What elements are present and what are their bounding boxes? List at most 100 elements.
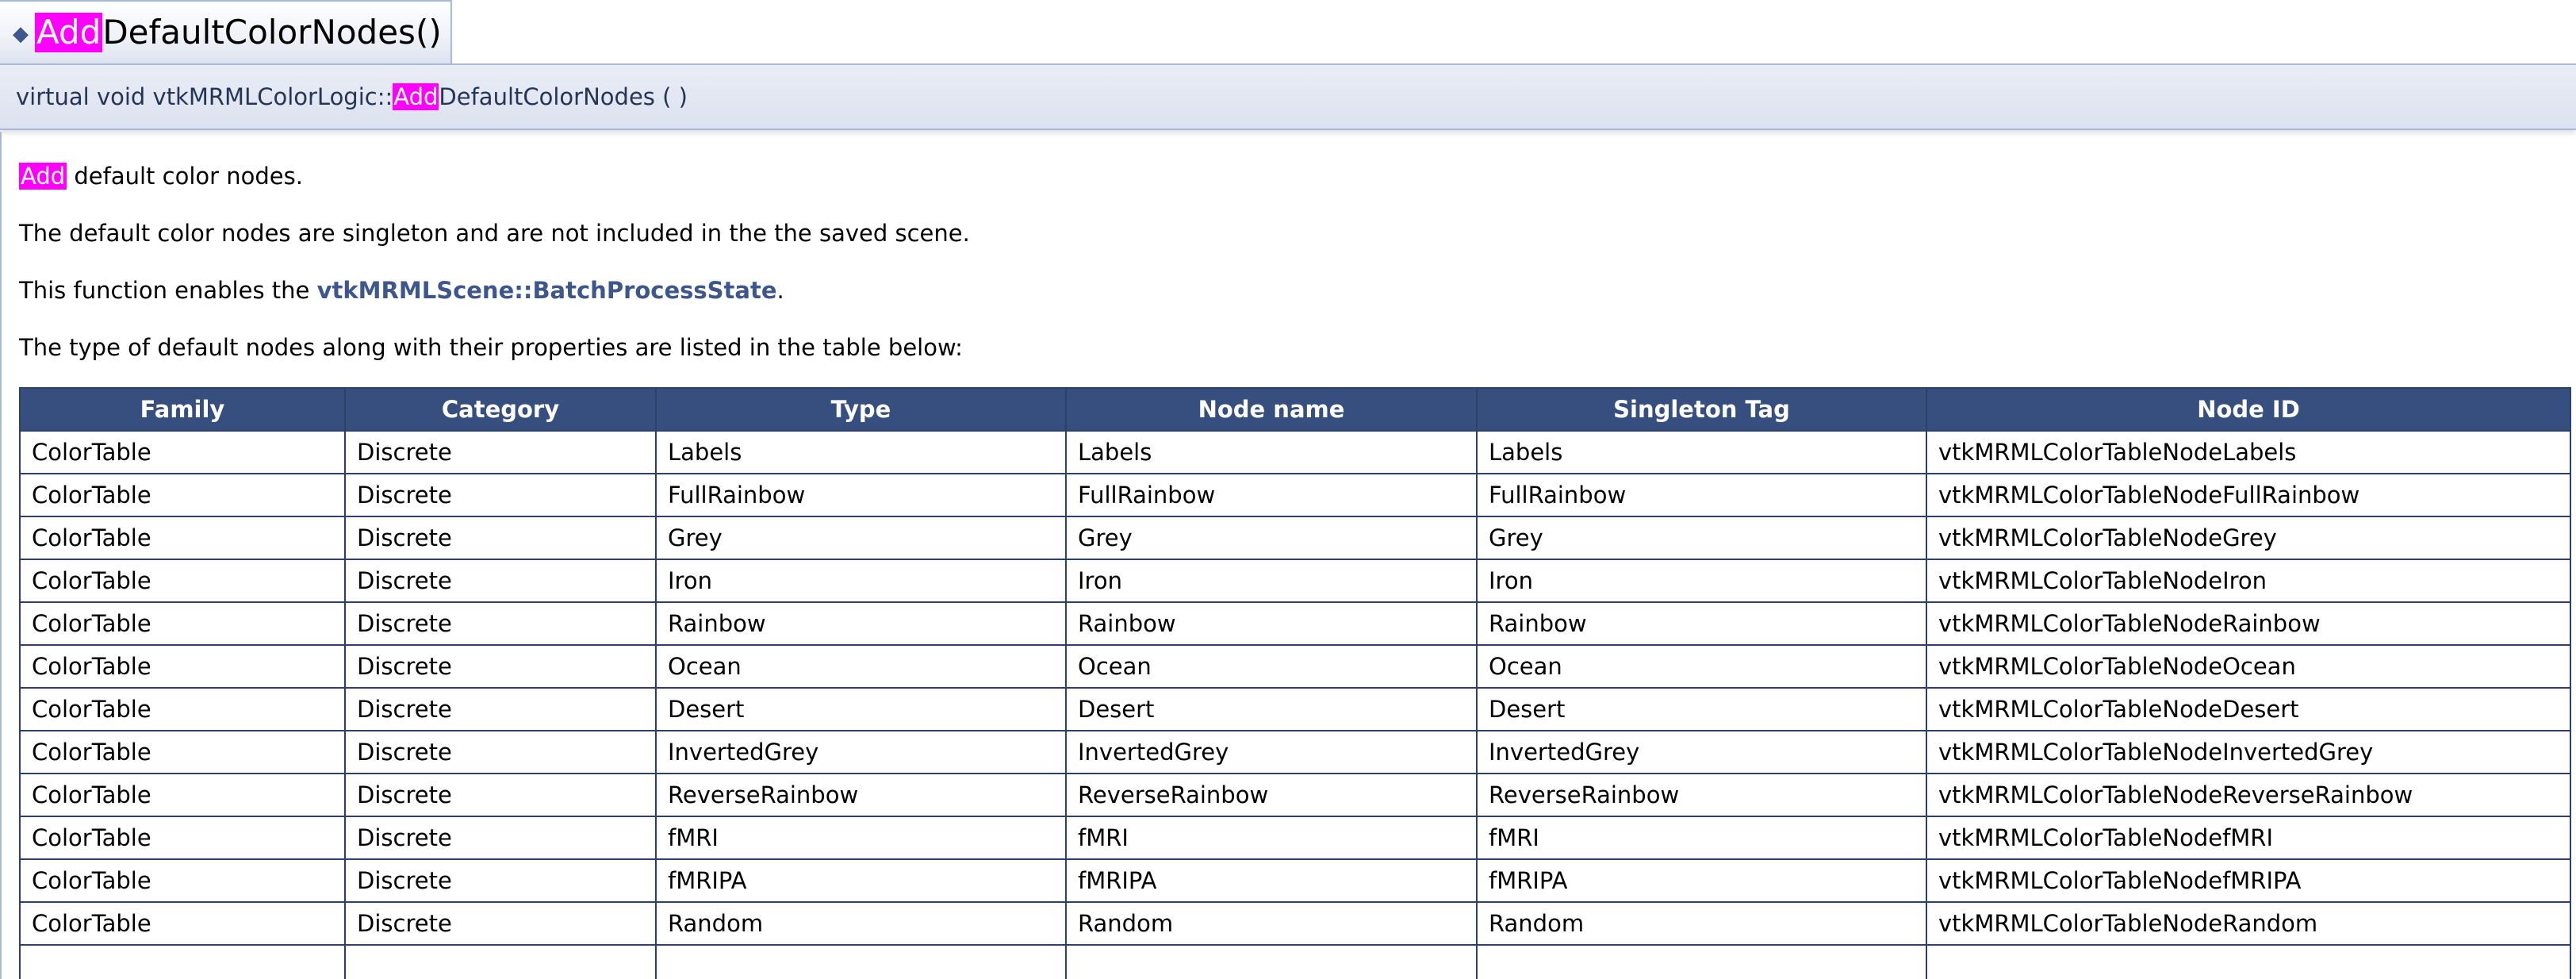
cell-type: fMRIPA	[655, 858, 1067, 903]
header-family: Family	[19, 387, 346, 432]
cell-type: ReverseRainbow	[655, 773, 1067, 817]
cell-singleton-tag: Desert	[1476, 687, 1927, 731]
cell-singleton-tag: Labels	[1476, 430, 1927, 474]
cell-node-name: FullRainbow	[1065, 473, 1478, 517]
cell-node-id: vtkMRMLColorTableNodeGrey	[1926, 516, 2571, 560]
header-node-id: Node ID	[1926, 387, 2571, 432]
cell-type: fMRI	[655, 816, 1067, 860]
singleton-note: The default color nodes are singleton an…	[19, 220, 970, 247]
cell-category: Discrete	[344, 901, 657, 946]
cell-category	[344, 944, 657, 979]
cell-node-name: Ocean	[1065, 644, 1478, 689]
cell-node-id: vtkMRMLColorTableNodeRainbow	[1926, 601, 2571, 646]
cell-type	[655, 944, 1067, 979]
cell-singleton-tag: ReverseRainbow	[1476, 773, 1927, 817]
cell-node-id: vtkMRMLColorTableNodeInvertedGrey	[1926, 730, 2571, 774]
header-node-name: Node name	[1065, 387, 1478, 432]
cell-category: Discrete	[344, 601, 657, 646]
batch-note-suffix: .	[776, 277, 784, 304]
member-description: Add default color nodes. The default col…	[0, 132, 2576, 979]
cell-family: ColorTable	[19, 601, 346, 646]
table-row: ColorTable Discrete fMRI fMRI fMRI vtkMR…	[19, 816, 2571, 860]
cell-category: Discrete	[344, 687, 657, 731]
cell-node-name: Grey	[1065, 516, 1478, 560]
cell-family: ColorTable	[19, 430, 346, 474]
table-row: ColorTable Discrete fMRIPA fMRIPA fMRIPA…	[19, 858, 2571, 903]
cell-singleton-tag	[1476, 944, 1927, 979]
cell-family: ColorTable	[19, 559, 346, 603]
member-title: ◆ Add DefaultColorNodes()	[0, 0, 452, 63]
table-row: ColorTable Discrete InvertedGrey Inverte…	[19, 730, 2571, 774]
cell-node-name	[1065, 944, 1478, 979]
table-row: ColorTable Discrete Desert Desert Desert…	[19, 687, 2571, 731]
batch-process-note: This function enables the vtkMRMLScene::…	[19, 276, 784, 305]
cell-node-name: Labels	[1065, 430, 1478, 474]
cell-type: InvertedGrey	[655, 730, 1067, 774]
table-intro: The type of default nodes along with the…	[19, 334, 963, 361]
cell-category: Discrete	[344, 473, 657, 517]
cell-type: FullRainbow	[655, 473, 1067, 517]
cell-singleton-tag: Random	[1476, 901, 1927, 946]
cell-family: ColorTable	[19, 773, 346, 817]
cell-family: ColorTable	[19, 516, 346, 560]
cell-node-name: Iron	[1065, 559, 1478, 603]
cell-singleton-tag: Ocean	[1476, 644, 1927, 689]
cell-type: Desert	[655, 687, 1067, 731]
table-row: ColorTable Discrete FullRainbow FullRain…	[19, 473, 2571, 517]
cell-category: Discrete	[344, 858, 657, 903]
header-singleton-tag: Singleton Tag	[1476, 387, 1927, 432]
batch-process-state-link[interactable]: vtkMRMLScene::BatchProcessState	[317, 277, 777, 304]
cell-node-name: fMRIPA	[1065, 858, 1478, 903]
prototype-search-highlight: Add	[393, 83, 439, 110]
cell-family: ColorTable	[19, 473, 346, 517]
table-row: ColorTable Discrete Grey Grey Grey vtkMR…	[19, 516, 2571, 560]
brief-search-highlight: Add	[19, 163, 67, 190]
doc-page: ◆ Add DefaultColorNodes() virtual void vt…	[0, 0, 2576, 979]
cell-node-id: vtkMRMLColorTableNodeFullRainbow	[1926, 473, 2571, 517]
cell-node-id	[1926, 944, 2571, 979]
table-row: ColorTable Discrete Iron Iron Iron vtkMR…	[19, 559, 2571, 603]
prototype-prefix: virtual void vtkMRMLColorLogic::	[16, 83, 393, 110]
cell-node-name: Rainbow	[1065, 601, 1478, 646]
diamond-bullet-icon: ◆	[13, 22, 29, 46]
cell-type: Random	[655, 901, 1067, 946]
cell-category: Discrete	[344, 516, 657, 560]
table-row	[19, 944, 2571, 979]
cell-category: Discrete	[344, 773, 657, 817]
prototype-suffix: DefaultColorNodes ( )	[439, 83, 688, 110]
cell-type: Labels	[655, 430, 1067, 474]
cell-family	[19, 944, 346, 979]
cell-node-name: Desert	[1065, 687, 1478, 731]
table-row: ColorTable Discrete Random Random Random…	[19, 901, 2571, 946]
cell-category: Discrete	[344, 816, 657, 860]
table-row: ColorTable Discrete Labels Labels Labels…	[19, 430, 2571, 474]
cell-category: Discrete	[344, 430, 657, 474]
table-header-row: Family Category Type Node name Singleton…	[19, 387, 2571, 432]
cell-family: ColorTable	[19, 901, 346, 946]
table-row: ColorTable Discrete Ocean Ocean Ocean vt…	[19, 644, 2571, 689]
cell-family: ColorTable	[19, 644, 346, 689]
brief-text: default color nodes.	[67, 163, 303, 190]
cell-node-id: vtkMRMLColorTableNodeOcean	[1926, 644, 2571, 689]
header-category: Category	[344, 387, 657, 432]
cell-node-id: vtkMRMLColorTableNodeRandom	[1926, 901, 2571, 946]
cell-node-name: ReverseRainbow	[1065, 773, 1478, 817]
header-type: Type	[655, 387, 1067, 432]
table-row: ColorTable Discrete Rainbow Rainbow Rain…	[19, 601, 2571, 646]
table-row: ColorTable Discrete ReverseRainbow Rever…	[19, 773, 2571, 817]
cell-node-id: vtkMRMLColorTableNodeDesert	[1926, 687, 2571, 731]
cell-node-name: Random	[1065, 901, 1478, 946]
cell-type: Iron	[655, 559, 1067, 603]
brief-description: Add default color nodes.	[19, 162, 303, 190]
cell-node-name: InvertedGrey	[1065, 730, 1478, 774]
cell-singleton-tag: FullRainbow	[1476, 473, 1927, 517]
default-color-nodes-table: Family Category Type Node name Singleton…	[19, 387, 2571, 979]
cell-singleton-tag: fMRI	[1476, 816, 1927, 860]
cell-singleton-tag: fMRIPA	[1476, 858, 1927, 903]
title-text: DefaultColorNodes()	[102, 13, 442, 52]
cell-node-name: fMRI	[1065, 816, 1478, 860]
cell-node-id: vtkMRMLColorTableNodefMRI	[1926, 816, 2571, 860]
cell-category: Discrete	[344, 644, 657, 689]
cell-singleton-tag: Iron	[1476, 559, 1927, 603]
cell-node-id: vtkMRMLColorTableNodefMRIPA	[1926, 858, 2571, 903]
